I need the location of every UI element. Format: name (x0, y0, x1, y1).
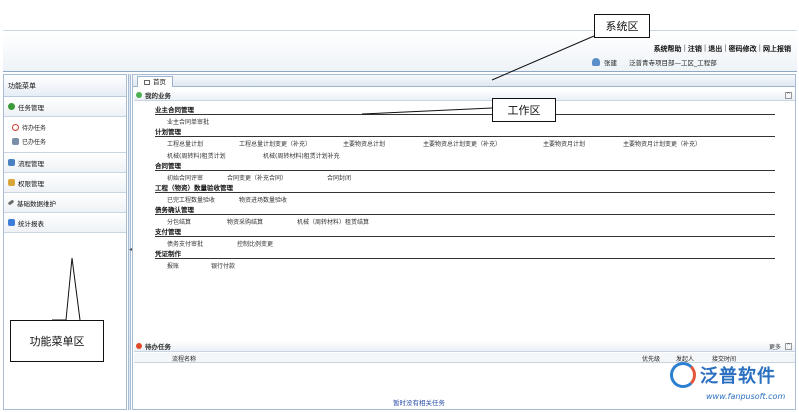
annotation-lines (52, 35, 595, 321)
brand-url: www.fanpusoft.com (706, 392, 786, 401)
callout-menu-area: 功能菜单区 (10, 320, 104, 362)
callout-system-area: 系统区 (594, 14, 650, 38)
brand-logo-icon (670, 362, 696, 388)
brand-logo: 泛普软件 (670, 362, 776, 388)
callout-work-area: 工作区 (492, 98, 556, 122)
brand-name: 泛普软件 (700, 366, 776, 387)
